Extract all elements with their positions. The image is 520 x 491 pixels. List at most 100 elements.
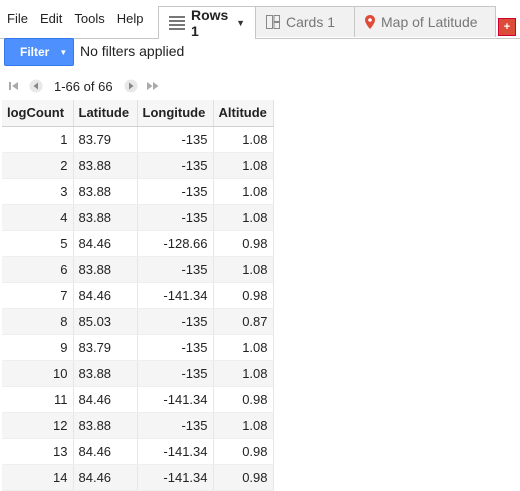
tab-cards[interactable]: Cards 1 [255,6,355,37]
menu-tools[interactable]: Tools [68,0,110,38]
cell-latitude: 83.79 [73,126,138,153]
table-row[interactable]: 9 83.79 -135 1.08 [2,334,274,361]
cell-logcount: 8 [2,308,74,335]
menu-file[interactable]: File [0,0,34,38]
next-page-icon[interactable] [123,78,139,94]
table-row[interactable]: 11 84.46 -141.34 0.98 [2,386,274,413]
tab-map[interactable]: Map of Latitude [354,6,496,37]
cell-logcount: 10 [2,360,74,387]
page-range: 1-66 of 66 [54,78,113,94]
cell-latitude: 83.88 [73,204,138,231]
cell-latitude: 84.46 [73,464,138,491]
cell-altitude: 1.08 [213,152,274,179]
prev-page-icon[interactable] [28,78,44,94]
cell-longitude: -135 [137,412,214,439]
table-row[interactable]: 13 84.46 -141.34 0.98 [2,438,274,465]
cell-logcount: 2 [2,152,74,179]
filter-status: No filters applied [80,43,185,59]
cell-latitude: 83.88 [73,256,138,283]
cell-longitude: -141.34 [137,464,214,491]
table-row[interactable]: 14 84.46 -141.34 0.98 [2,464,274,491]
cell-altitude: 0.98 [213,282,274,309]
cell-longitude: -135 [137,360,214,387]
cell-logcount: 14 [2,464,74,491]
data-table: logCount Latitude Longitude Altitude 1 83… [2,100,274,491]
cell-altitude: 0.98 [213,230,274,257]
cell-logcount: 5 [2,230,74,257]
cell-altitude: 0.98 [213,464,274,491]
table-row[interactable]: 3 83.88 -135 1.08 [2,178,274,205]
menu-edit[interactable]: Edit [34,0,68,38]
tab-map-label: Map of Latitude [381,14,478,30]
table-row[interactable]: 8 85.03 -135 0.87 [2,308,274,335]
cell-logcount: 6 [2,256,74,283]
cards-icon [266,15,280,29]
map-pin-icon [365,15,375,29]
cell-latitude: 84.46 [73,230,138,257]
tab-rows-label: Rows 1 [191,7,229,39]
cell-logcount: 13 [2,438,74,465]
top-bar: File Edit Tools Help Rows 1 ▼ Cards 1 Ma… [0,0,520,39]
cell-latitude: 83.88 [73,360,138,387]
cell-longitude: -135 [137,152,214,179]
last-page-icon[interactable] [145,78,161,94]
cell-altitude: 0.87 [213,308,274,335]
cell-altitude: 0.98 [213,438,274,465]
cell-longitude: -135 [137,178,214,205]
cell-longitude: -135 [137,204,214,231]
cell-longitude: -141.34 [137,438,214,465]
table-row[interactable]: 7 84.46 -141.34 0.98 [2,282,274,309]
view-tabs: Rows 1 ▼ Cards 1 Map of Latitude [158,6,496,39]
pager: 1-66 of 66 [6,77,167,95]
cell-longitude: -128.66 [137,230,214,257]
table-row[interactable]: 12 83.88 -135 1.08 [2,412,274,439]
chevron-down-icon[interactable]: ▼ [236,18,245,28]
cell-latitude: 84.46 [73,386,138,413]
menu-help[interactable]: Help [111,0,150,38]
cell-latitude: 83.88 [73,412,138,439]
cell-altitude: 1.08 [213,178,274,205]
rows-list-icon [169,16,185,30]
cell-logcount: 7 [2,282,74,309]
add-tab-button[interactable]: + [498,18,516,36]
cell-longitude: -135 [137,334,214,361]
first-page-icon[interactable] [6,78,22,94]
filter-button-label: Filter [20,45,50,59]
cell-longitude: -141.34 [137,386,214,413]
cell-latitude: 85.03 [73,308,138,335]
cell-logcount: 1 [2,126,74,153]
cell-altitude: 1.08 [213,256,274,283]
cell-logcount: 9 [2,334,74,361]
chevron-down-icon: ▼ [59,47,68,57]
cell-altitude: 1.08 [213,360,274,387]
cell-logcount: 4 [2,204,74,231]
cell-latitude: 83.79 [73,334,138,361]
cell-logcount: 3 [2,178,74,205]
cell-altitude: 1.08 [213,334,274,361]
cell-altitude: 1.08 [213,412,274,439]
cell-altitude: 1.08 [213,126,274,153]
table-row[interactable]: 10 83.88 -135 1.08 [2,360,274,387]
cell-latitude: 83.88 [73,152,138,179]
table-row[interactable]: 4 83.88 -135 1.08 [2,204,274,231]
cell-latitude: 83.88 [73,178,138,205]
filter-button[interactable]: Filter ▼ [4,38,74,66]
tab-rows[interactable]: Rows 1 ▼ [158,6,256,39]
table-body: 1 83.79 -135 1.08 2 83.88 -135 1.08 3 83.88 -135 1.… [2,126,274,491]
cell-longitude: -135 [137,126,214,153]
table-row[interactable]: 5 84.46 -128.66 0.98 [2,230,274,257]
cell-latitude: 84.46 [73,438,138,465]
table-row[interactable]: 1 83.79 -135 1.08 [2,126,274,153]
cell-latitude: 84.46 [73,282,138,309]
column-header-longitude[interactable]: Longitude [137,100,214,127]
cell-longitude: -141.34 [137,282,214,309]
cell-altitude: 0.98 [213,386,274,413]
table-row[interactable]: 6 83.88 -135 1.08 [2,256,274,283]
menu-bar: File Edit Tools Help [0,0,149,38]
cell-logcount: 12 [2,412,74,439]
table-row[interactable]: 2 83.88 -135 1.08 [2,152,274,179]
column-header-latitude[interactable]: Latitude [73,100,138,127]
column-header-logcount[interactable]: logCount [2,100,74,127]
tab-cards-label: Cards 1 [286,14,336,30]
column-header-altitude[interactable]: Altitude [213,100,274,127]
